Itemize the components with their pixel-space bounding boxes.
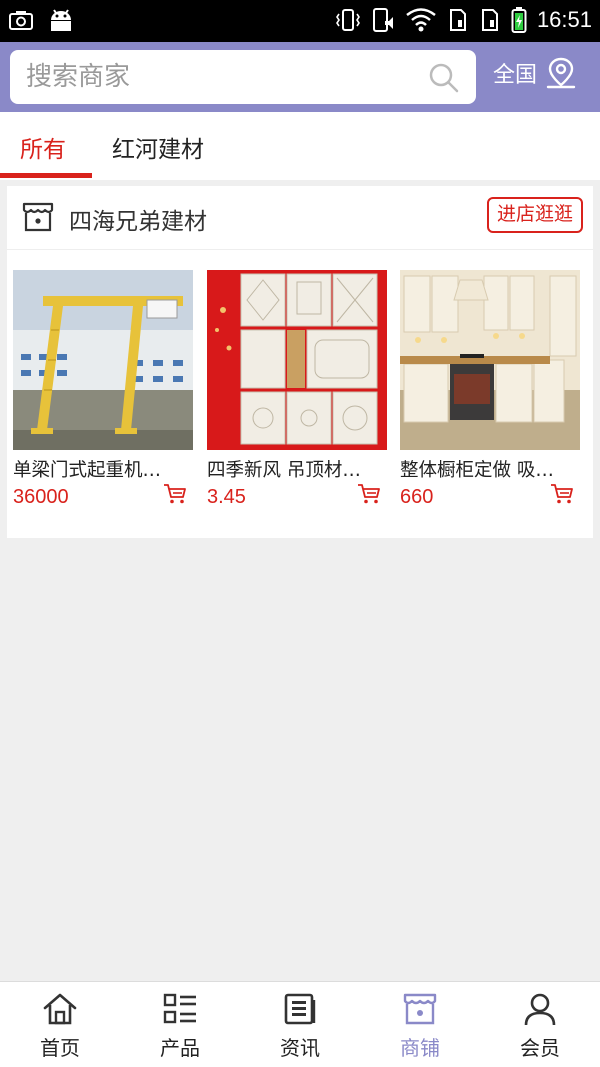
- store-name: 四海兄弟建材: [69, 209, 207, 235]
- region-selector[interactable]: 全国: [493, 56, 577, 90]
- android-icon: [51, 9, 71, 31]
- user-icon: [524, 993, 556, 1026]
- nav-shops-label: 商铺: [400, 1036, 440, 1060]
- clock: 16:51: [536, 7, 592, 32]
- search-input[interactable]: [26, 60, 406, 94]
- store-card: 四海兄弟建材 进店逛逛 单梁门式起重机… 36000 四季新风 吊顶材… 3.4…: [7, 186, 593, 538]
- store-header[interactable]: 四海兄弟建材 进店逛逛: [7, 186, 593, 250]
- add-to-cart-icon[interactable]: [357, 483, 381, 505]
- grid-list-icon: [163, 993, 196, 1024]
- nav-news[interactable]: 资讯: [240, 992, 360, 1061]
- product-image-gantry-crane[interactable]: [13, 270, 193, 450]
- wifi-icon: [406, 8, 436, 32]
- location-pin-icon: [546, 57, 576, 89]
- vibrate-icon: [335, 9, 360, 31]
- active-tab-indicator: [0, 173, 92, 178]
- product-name: 整体橱柜定做 吸…: [400, 460, 554, 481]
- screenshot-icon: [9, 11, 33, 30]
- product-image-ceiling-panels[interactable]: [207, 270, 387, 450]
- nav-member[interactable]: 会员: [480, 992, 600, 1061]
- add-to-cart-icon[interactable]: [163, 483, 187, 505]
- battery-icon: [511, 7, 527, 33]
- nav-products-label: 产品: [160, 1036, 200, 1060]
- status-bar: 16:51: [0, 0, 600, 42]
- nav-home-label: 首页: [40, 1036, 80, 1060]
- nav-home[interactable]: 首页: [0, 992, 120, 1061]
- phone-mute-icon: [372, 8, 393, 32]
- category-tabs: 所有 红河建材: [0, 112, 600, 180]
- product-image-kitchen-cabinets[interactable]: [400, 270, 580, 450]
- product-card[interactable]: 整体橱柜定做 吸… 660: [400, 270, 580, 509]
- shop-icon: [403, 993, 437, 1025]
- news-icon: [284, 993, 316, 1025]
- search-header: 全国: [0, 42, 600, 112]
- nav-products[interactable]: 产品: [120, 992, 240, 1061]
- bottom-navigation: 首页 产品 资讯 商铺 会员: [0, 981, 600, 1067]
- search-icon[interactable]: [428, 62, 460, 94]
- product-name: 四季新风 吊顶材…: [207, 460, 361, 481]
- nav-shops[interactable]: 商铺: [360, 992, 480, 1061]
- home-icon: [43, 993, 77, 1025]
- visit-store-button[interactable]: 进店逛逛: [486, 197, 583, 233]
- nav-member-label: 会员: [520, 1036, 560, 1060]
- add-to-cart-icon[interactable]: [550, 483, 574, 505]
- search-box[interactable]: [10, 50, 476, 104]
- nav-news-label: 资讯: [280, 1036, 320, 1060]
- region-label: 全国: [493, 63, 538, 88]
- product-name: 单梁门式起重机…: [13, 460, 162, 481]
- shop-icon: [22, 202, 54, 232]
- product-card[interactable]: 单梁门式起重机… 36000: [13, 270, 193, 509]
- sim-signal-2-icon: [481, 9, 498, 31]
- tab-honghe-building-materials[interactable]: 红河建材: [112, 130, 204, 164]
- tab-all[interactable]: 所有: [20, 130, 66, 164]
- product-card[interactable]: 四季新风 吊顶材… 3.45: [207, 270, 387, 509]
- sim-signal-icon: [449, 9, 466, 31]
